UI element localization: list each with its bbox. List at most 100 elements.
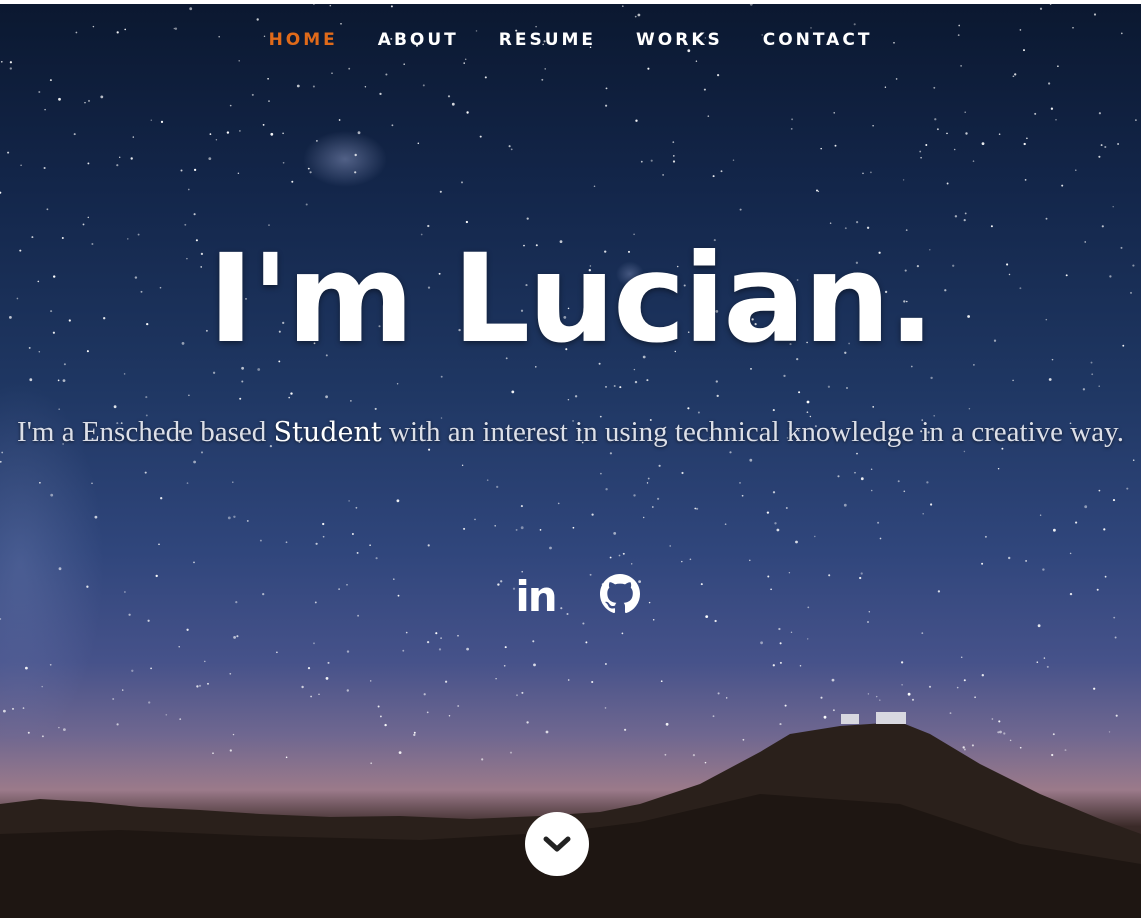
star [256, 18, 259, 21]
star [463, 527, 466, 530]
star [212, 371, 216, 374]
star [204, 660, 206, 663]
star [331, 72, 333, 74]
star [724, 523, 727, 526]
star [772, 664, 775, 667]
star [515, 528, 518, 531]
star [288, 396, 291, 399]
star [91, 482, 93, 485]
star [984, 535, 987, 538]
nav-home[interactable]: HOME [269, 30, 338, 50]
star [25, 666, 28, 670]
star [640, 160, 643, 163]
star [58, 726, 60, 729]
star [658, 464, 661, 467]
star [963, 748, 966, 751]
star [902, 179, 905, 181]
star [1053, 528, 1056, 532]
star [329, 4, 332, 7]
star [695, 60, 698, 62]
star [936, 128, 939, 131]
star [403, 63, 406, 65]
star [1049, 4, 1052, 5]
star [193, 460, 197, 464]
star [776, 528, 780, 532]
star [87, 162, 90, 165]
star [62, 379, 66, 382]
star [856, 221, 859, 224]
star [379, 715, 382, 718]
star [307, 667, 311, 670]
star [348, 500, 350, 502]
star [465, 220, 469, 224]
hero-headline: I'm Lucian. [208, 228, 935, 370]
star [717, 74, 720, 77]
star [504, 646, 507, 649]
star [1042, 568, 1045, 571]
star [148, 701, 151, 704]
star [925, 144, 928, 146]
github-icon [599, 574, 640, 614]
star [369, 544, 371, 546]
star [1091, 373, 1094, 376]
star [963, 679, 966, 682]
star [239, 397, 242, 400]
star [965, 132, 968, 135]
star [405, 631, 408, 634]
star [815, 189, 819, 192]
star [268, 100, 270, 102]
star [1098, 385, 1100, 387]
star [58, 567, 62, 571]
star [132, 136, 135, 138]
nav-works[interactable]: WORKS [636, 30, 723, 50]
star [934, 118, 937, 121]
star [652, 619, 655, 621]
star [633, 494, 636, 497]
star [481, 758, 484, 761]
star [689, 558, 692, 561]
star [285, 756, 288, 759]
star [619, 386, 622, 389]
star [958, 24, 961, 27]
star [0, 460, 2, 463]
star [870, 171, 872, 174]
star [313, 4, 315, 6]
star [375, 557, 378, 560]
star [954, 215, 958, 218]
star [1098, 155, 1101, 158]
star [379, 92, 382, 96]
star [613, 385, 616, 387]
scroll-down-button[interactable] [525, 812, 589, 876]
nav-about[interactable]: ABOUT [378, 30, 459, 50]
star [232, 481, 234, 483]
star [1061, 184, 1064, 187]
star [715, 380, 718, 383]
star [605, 386, 607, 388]
star [572, 526, 575, 529]
star [270, 132, 274, 136]
star [484, 76, 487, 79]
star [178, 646, 180, 648]
star [999, 730, 1002, 734]
star [834, 144, 837, 147]
star [9, 67, 12, 70]
nav-contact[interactable]: CONTACT [763, 30, 873, 50]
star [1126, 487, 1129, 490]
star [766, 511, 770, 514]
star [998, 720, 1001, 723]
star [532, 640, 535, 643]
star [960, 65, 962, 67]
star [193, 561, 195, 564]
linkedin-link[interactable]: in [501, 575, 557, 618]
star [1117, 143, 1120, 145]
nav-resume[interactable]: RESUME [499, 30, 596, 50]
star [604, 663, 607, 665]
star [749, 458, 753, 462]
star [635, 119, 638, 122]
star [316, 140, 318, 142]
github-link[interactable] [599, 574, 640, 619]
star [150, 119, 153, 121]
star [338, 119, 341, 121]
star [3, 709, 6, 713]
intro-highlight: Student [273, 417, 382, 448]
